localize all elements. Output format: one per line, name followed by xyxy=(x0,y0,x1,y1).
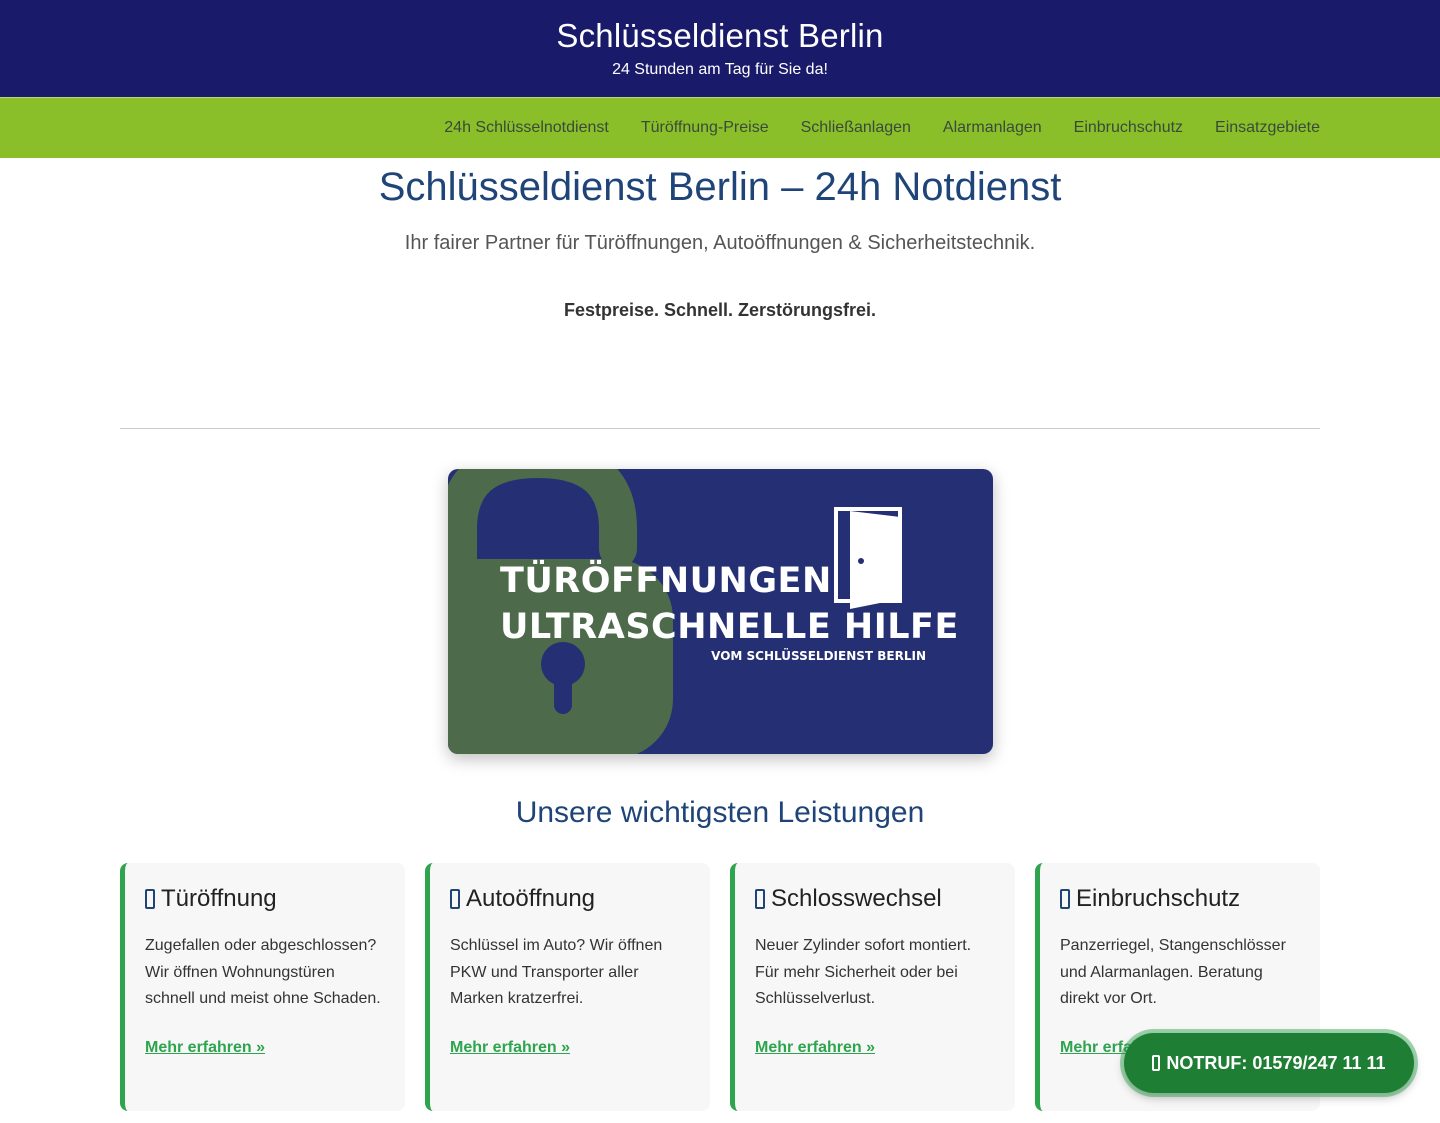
card-more-link[interactable]: Mehr erfahren » xyxy=(145,1039,265,1057)
phone-icon xyxy=(755,889,765,909)
banner-line-2: ULTRASCHNELLE HILFE xyxy=(500,607,959,647)
services-heading: Unsere wichtigsten Leistungen xyxy=(515,796,925,829)
hero-claim: Festpreise. Schnell. Zerstörungsfrei. xyxy=(563,300,877,320)
hero-section: Schlüsseldienst Berlin – 24h Notdienst I… xyxy=(0,158,1440,322)
phone-icon xyxy=(1060,889,1070,909)
emergency-call-label: NOTRUF: 01579/247 11 11 xyxy=(1166,1052,1386,1073)
site-tagline: 24 Stunden am Tag für Sie da! xyxy=(612,61,828,78)
site-title[interactable]: Schlüsseldienst Berlin xyxy=(0,0,1440,55)
nav-item-einbruchschutz[interactable]: Einbruchschutz xyxy=(1074,119,1183,137)
nav-item-alarmanlagen[interactable]: Alarmanlagen xyxy=(943,119,1042,137)
card-title: Türöffnung xyxy=(145,884,385,914)
card-title: Autoöffnung xyxy=(450,884,690,914)
hero-title: Schlüsseldienst Berlin – 24h Notdienst xyxy=(378,165,1062,209)
section-divider xyxy=(120,428,1320,429)
site-header: Schlüsseldienst Berlin 24 Stunden am Tag… xyxy=(0,0,1440,97)
card-title-text: Einbruchschutz xyxy=(1076,885,1241,912)
card-text: Panzerriegel, Stangenschlösser und Alarm… xyxy=(1060,937,1286,1007)
card-title-text: Türöffnung xyxy=(161,885,277,912)
nav-list: 24h Schlüsselnotdienst Türöffnung-Preise… xyxy=(412,98,1320,158)
nav-item-schliessanlagen[interactable]: Schließanlagen xyxy=(801,119,911,137)
service-card-schlosswechsel: Schlosswechsel Neuer Zylinder sofort mon… xyxy=(730,863,1015,1111)
phone-icon xyxy=(145,889,155,909)
phone-icon xyxy=(1152,1055,1161,1071)
nav-item-einsatzgebiete[interactable]: Einsatzgebiete xyxy=(1215,119,1320,137)
card-text: Schlüssel im Auto? Wir öffnen PKW und Tr… xyxy=(450,937,663,1007)
main-navigation: 24h Schlüsselnotdienst Türöffnung-Preise… xyxy=(0,97,1440,158)
card-more-link[interactable]: Mehr erfahren » xyxy=(755,1039,875,1057)
card-text: Neuer Zylinder sofort montiert. Für mehr… xyxy=(755,937,972,1007)
card-text: Zugefallen oder abgeschlossen? Wir öffne… xyxy=(145,937,381,1007)
banner-line-1: TÜRÖFFNUNGEN xyxy=(500,561,832,601)
card-title: Schlosswechsel xyxy=(755,884,995,914)
nav-item-tueroeffnung-preise[interactable]: Türöffnung-Preise xyxy=(641,119,769,137)
card-title: Einbruchschutz xyxy=(1060,884,1300,914)
card-title-text: Autoöffnung xyxy=(466,885,596,912)
service-card-tueroeffnung: Türöffnung Zugefallen oder abgeschlossen… xyxy=(120,863,405,1111)
card-title-text: Schlosswechsel xyxy=(771,885,942,912)
card-more-link[interactable]: Mehr erfahren » xyxy=(450,1039,570,1057)
hero-subtitle: Ihr fairer Partner für Türöffnungen, Aut… xyxy=(404,232,1036,254)
banner-line-3: VOM SCHLÜSSELDIENST BERLIN xyxy=(711,649,926,663)
tueroeffnung-banner-image: TÜRÖFFNUNGEN ULTRASCHNELLE HILFE VOM SCH… xyxy=(448,469,993,754)
phone-icon xyxy=(450,889,460,909)
nav-item-schluesselnotdienst[interactable]: 24h Schlüsselnotdienst xyxy=(444,119,609,137)
emergency-call-button[interactable]: NOTRUF: 01579/247 11 11 xyxy=(1124,1033,1414,1093)
service-card-autooeffnung: Autoöffnung Schlüssel im Auto? Wir öffne… xyxy=(425,863,710,1111)
